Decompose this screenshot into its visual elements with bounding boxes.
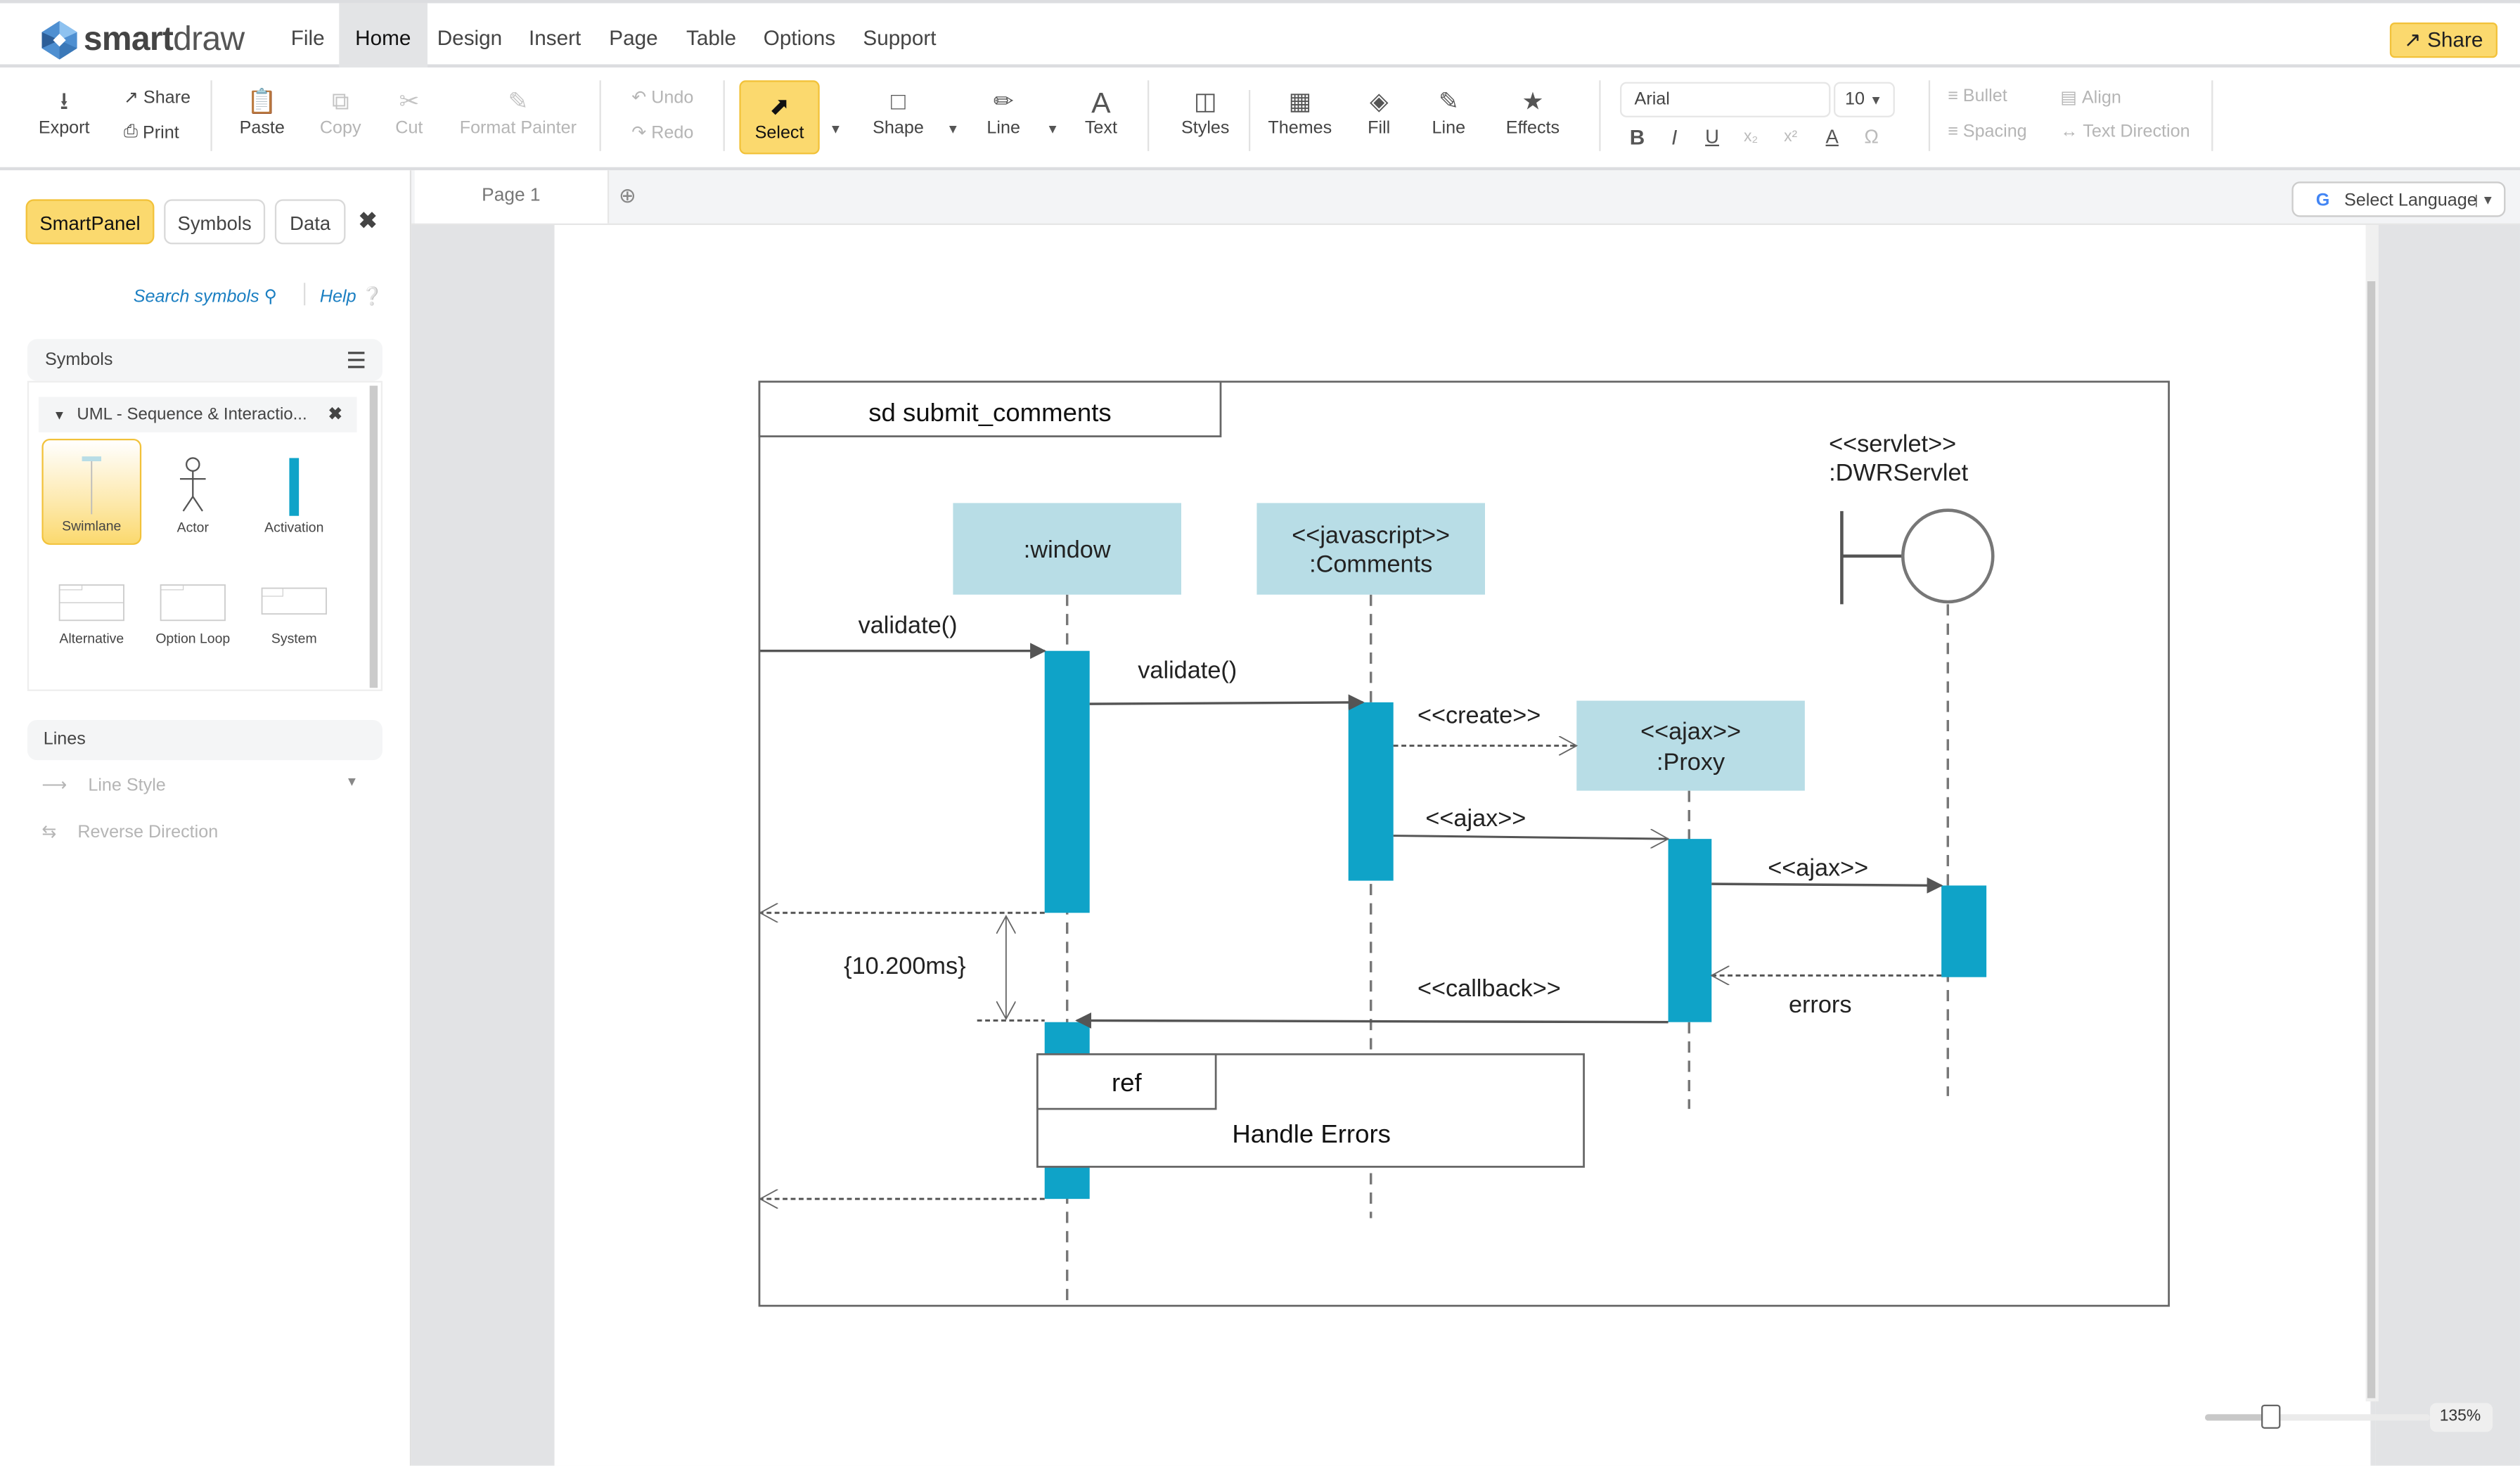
boundary-circle-icon[interactable]	[1901, 508, 1995, 604]
message-label: <<create>>	[1418, 702, 1541, 729]
message-callback[interactable]	[1075, 1012, 1669, 1029]
sequence-diagram: sd submit_comments :window <<javascript>…	[758, 380, 2170, 1307]
zoom-control: 135%	[2201, 1401, 2507, 1434]
ref-text: Handle Errors	[1232, 1119, 1391, 1148]
lifeline-stereotype-comments: <<javascript>>	[1292, 522, 1450, 549]
message-label: <<callback>>	[1418, 975, 1561, 1002]
lifeline-head-proxy[interactable]	[1576, 700, 1805, 791]
zoom-level-label: 135%	[2429, 1403, 2493, 1432]
message-ajax-2[interactable]	[1711, 877, 1943, 894]
activation-window-1[interactable]	[1044, 650, 1090, 913]
frame-title: sd submit_comments	[868, 398, 1111, 427]
lifeline-label-proxy: :Proxy	[1657, 749, 1725, 776]
message-ajax-1[interactable]	[1393, 836, 1669, 840]
zoom-slider-thumb[interactable]	[2261, 1404, 2281, 1429]
message-label: validate()	[859, 612, 958, 639]
message-label: <<ajax>>	[1768, 855, 1868, 882]
message-label: validate()	[1138, 657, 1237, 684]
activation-proxy[interactable]	[1668, 839, 1712, 1022]
activation-servlet[interactable]	[1941, 885, 1987, 977]
message-label: <<ajax>>	[1425, 805, 1526, 832]
duration-label: {10.200ms}	[844, 953, 965, 979]
message-validate-2[interactable]	[1089, 694, 1365, 711]
lifeline-label-window: :window	[1024, 536, 1111, 563]
lifeline-stereotype-proxy: <<ajax>>	[1640, 718, 1741, 745]
ref-label: ref	[1112, 1068, 1143, 1097]
lifeline-label-comments: :Comments	[1309, 551, 1432, 578]
lifeline-label-servlet: :DWRServlet	[1829, 459, 1968, 486]
lifeline-stereotype-servlet: <<servlet>>	[1829, 430, 1956, 457]
message-label: errors	[1789, 991, 1851, 1018]
activation-comments[interactable]	[1348, 702, 1394, 881]
